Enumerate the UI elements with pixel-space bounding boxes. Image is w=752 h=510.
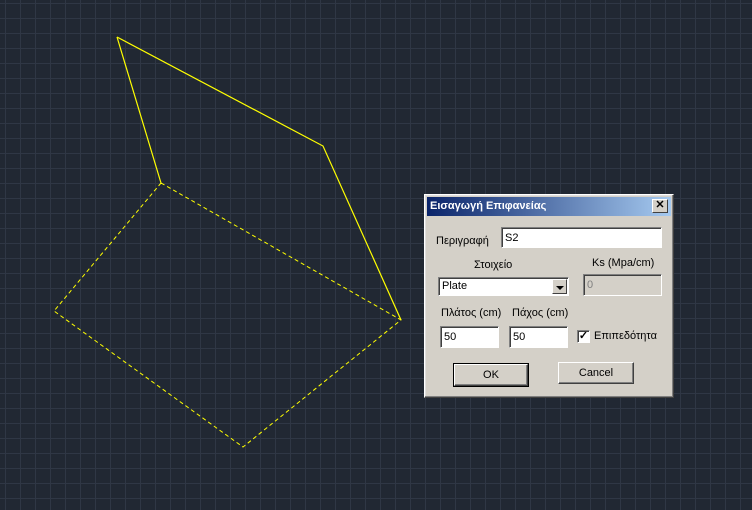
element-label: Στοιχείο	[474, 259, 513, 271]
ks-input	[583, 274, 662, 296]
thickness-input[interactable]	[509, 326, 568, 348]
width-input[interactable]	[440, 326, 499, 348]
ks-label: Ks (Mpa/cm)	[592, 257, 655, 269]
ok-button[interactable]: OK	[453, 363, 529, 387]
dashed-surface-outline[interactable]	[53, 182, 402, 448]
element-select[interactable]: Plate	[438, 277, 569, 296]
chevron-down-icon[interactable]	[552, 279, 567, 294]
insert-surface-dialog: Εισαγωγή Επιφανείας ✕ Περιγραφή Στοιχείο…	[424, 194, 674, 398]
planarity-label: Επιπεδότητα	[594, 330, 657, 342]
cancel-button[interactable]: Cancel	[558, 362, 634, 384]
close-icon[interactable]: ✕	[652, 199, 668, 213]
dialog-titlebar: Εισαγωγή Επιφανείας ✕	[427, 197, 671, 216]
thickness-label: Πάχος (cm)	[512, 307, 569, 319]
description-input[interactable]	[501, 227, 662, 248]
solid-surface-edge[interactable]	[116, 36, 162, 184]
planarity-checkbox[interactable]: ✓	[577, 330, 590, 343]
element-select-value: Plate	[442, 280, 468, 292]
description-label: Περιγραφή	[436, 235, 489, 247]
width-label: Πλάτος (cm)	[441, 307, 502, 319]
dialog-title: Εισαγωγή Επιφανείας	[430, 200, 547, 212]
